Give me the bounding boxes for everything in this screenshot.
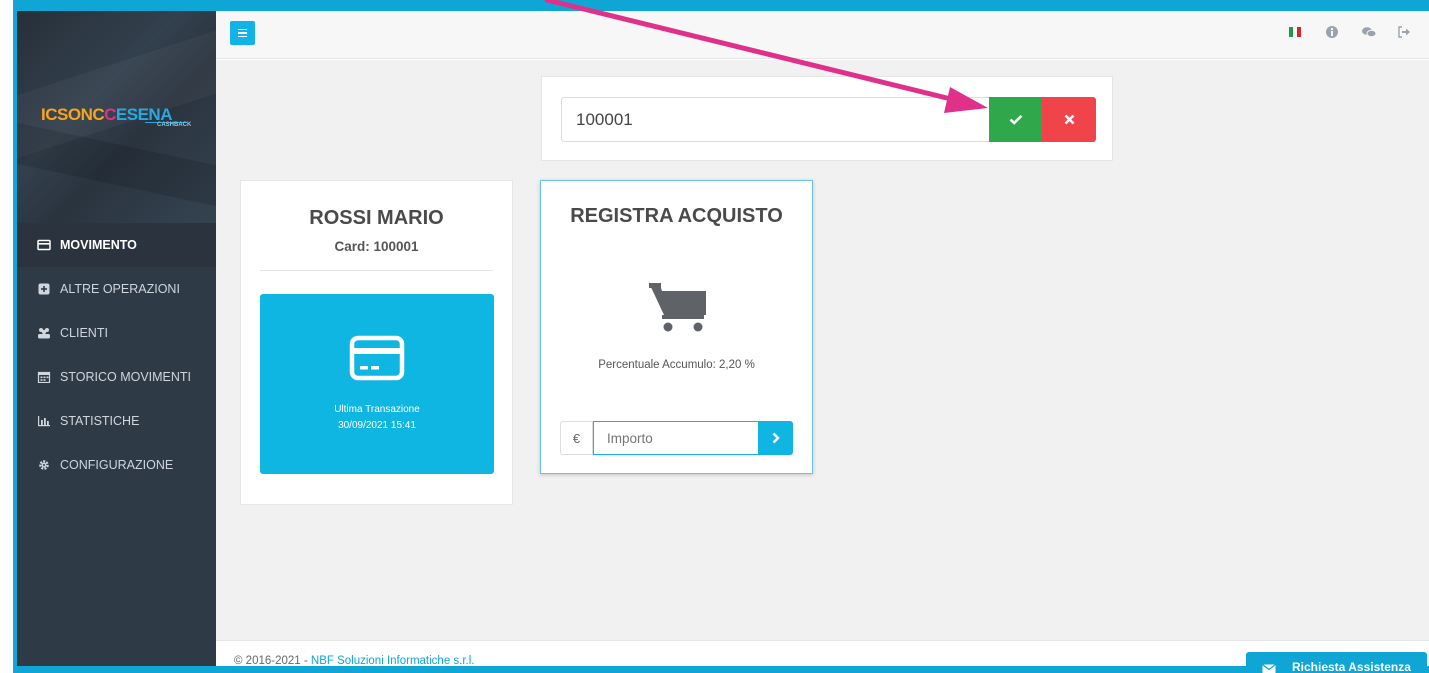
last-transaction-tile[interactable]: Ultima Transazione 30/09/2021 15:41 (260, 294, 494, 474)
confirm-button[interactable] (989, 97, 1042, 142)
sidebar-brand: ICSONCCESENA CASHBACK (17, 11, 216, 223)
client-name: ROSSI MARIO (309, 207, 444, 229)
sidebar-item-label: STATISTICHE (60, 414, 140, 428)
sidebar-item-movimento[interactable]: MOVIMENTO (17, 223, 216, 267)
cancel-button[interactable] (1042, 97, 1096, 142)
amount-input[interactable] (593, 421, 759, 455)
sidebar-menu: MOVIMENTO ALTRE OPERAZIONI CLIENTI STORI… (17, 223, 216, 487)
italian-flag-icon[interactable] (1289, 25, 1303, 39)
submit-amount-button[interactable] (759, 421, 793, 455)
logo-subtitle: CASHBACK (157, 122, 192, 128)
support-request-label: Richiesta Assistenza (1292, 660, 1411, 673)
sidebar-item-configurazione[interactable]: CONFIGURAZIONE (17, 443, 216, 487)
logout-icon[interactable] (1397, 25, 1411, 39)
sidebar-item-altre-operazioni[interactable]: ALTRE OPERAZIONI (17, 267, 216, 311)
sidebar: ICSONCCESENA CASHBACK MOVIMENTO ALTRE OP… (17, 11, 216, 666)
close-icon (1064, 114, 1074, 125)
card-number-input[interactable] (561, 97, 989, 142)
shopping-cart-icon (648, 281, 708, 333)
check-icon (1009, 114, 1022, 125)
card-icon (37, 239, 51, 251)
client-card-panel: ROSSI MARIO Card: 100001 Ultima Transazi… (240, 180, 513, 505)
amount-input-group: € (560, 421, 794, 455)
card-search-panel (541, 76, 1113, 161)
header-icons (1289, 25, 1411, 39)
sidebar-item-statistiche[interactable]: STATISTICHE (17, 399, 216, 443)
app-logo[interactable]: ICSONCCESENA CASHBACK (41, 102, 201, 132)
plus-square-icon (37, 283, 51, 295)
credit-card-icon (349, 335, 405, 381)
svg-text:ICSONCCESENA: ICSONCCESENA (41, 105, 172, 124)
last-transaction-date: 30/09/2021 15:41 (338, 420, 416, 431)
accumulation-percentage: Percentuale Accumulo: 2,20 % (598, 359, 755, 371)
hamburger-line (238, 32, 247, 34)
sidebar-item-clienti[interactable]: CLIENTI (17, 311, 216, 355)
client-card-number: Card: 100001 (334, 239, 419, 254)
register-purchase-panel: REGISTRA ACQUISTO Percentuale Accumulo: … (540, 180, 813, 474)
last-transaction-label: Ultima Transazione (334, 404, 420, 415)
divider (260, 270, 493, 271)
users-icon (37, 327, 51, 339)
calendar-icon (37, 371, 51, 384)
sidebar-item-label: CLIENTI (60, 326, 108, 340)
brand-decoration (17, 120, 216, 222)
language-flag (1289, 27, 1301, 37)
top-header (216, 11, 1429, 59)
gear-icon (37, 459, 51, 471)
sidebar-item-storico-movimenti[interactable]: STORICO MOVIMENTI (17, 355, 216, 399)
support-request-button[interactable]: Richiesta Assistenza (1246, 652, 1427, 673)
hamburger-icon (238, 28, 247, 31)
info-icon[interactable] (1325, 25, 1339, 39)
sidebar-item-label: MOVIMENTO (60, 238, 137, 252)
currency-addon: € (560, 421, 593, 455)
sidebar-item-label: STORICO MOVIMENTI (60, 370, 192, 384)
chat-icon[interactable] (1361, 25, 1377, 39)
hamburger-line (238, 35, 247, 38)
sidebar-item-label: CONFIGURAZIONE (60, 458, 174, 472)
bar-chart-icon (37, 415, 51, 427)
sidebar-item-label: ALTRE OPERAZIONI (60, 282, 180, 296)
frame-top-border (13, 0, 1429, 11)
hamburger-menu-button[interactable] (230, 21, 255, 45)
frame-bottom-border (13, 666, 1429, 673)
envelope-icon (1262, 661, 1276, 673)
chevron-right-icon (772, 432, 780, 444)
purchase-title: REGISTRA ACQUISTO (570, 205, 783, 227)
